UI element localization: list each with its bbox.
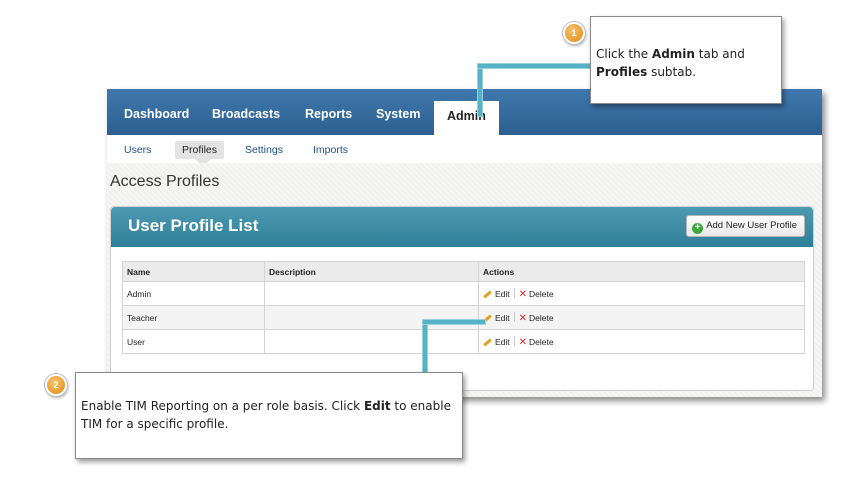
callout-enable-tim: Enable TIM Reporting on a per role basis… (75, 372, 463, 459)
callout-1-text: tab and (694, 47, 745, 61)
delete-x-icon: ✕ (518, 288, 528, 300)
cell-name: Admin (122, 281, 265, 306)
callout-admin-profiles: Click the Admin tab and Profiles subtab. (590, 16, 782, 104)
cell-actions: Edit ✕ Delete (478, 329, 805, 354)
delete-button[interactable]: ✕ Delete (519, 313, 554, 324)
delete-button[interactable]: ✕ Delete (519, 289, 554, 300)
column-header-name: Name (122, 261, 265, 282)
step-2-badge: 2 (45, 374, 67, 396)
add-new-user-profile-button[interactable]: + Add New User Profile (686, 215, 805, 237)
cell-actions: Edit ✕ Delete (478, 305, 805, 330)
subtab-imports[interactable]: Imports (313, 141, 348, 159)
tab-system[interactable]: System (376, 89, 420, 135)
subtab-settings[interactable]: Settings (245, 141, 283, 159)
tab-reports[interactable]: Reports (305, 89, 352, 135)
callout-2-leader-vertical (423, 321, 427, 373)
panel-header: User Profile List + Add New User Profile (111, 207, 813, 247)
edit-label: Edit (495, 312, 510, 323)
user-profile-panel: User Profile List + Add New User Profile … (110, 206, 814, 391)
cell-description (264, 305, 479, 330)
table-header-row: Name Description Actions (122, 261, 805, 282)
callout-2-bold-edit: Edit (363, 399, 391, 413)
cell-description (264, 281, 479, 306)
tab-dashboard[interactable]: Dashboard (124, 89, 189, 135)
edit-label: Edit (495, 336, 510, 347)
action-separator (513, 311, 515, 322)
tab-admin[interactable]: Admin (434, 101, 499, 135)
delete-label: Delete (529, 312, 554, 323)
cell-name: User (122, 329, 265, 354)
table-row: Teacher Edit ✕ Delete (122, 305, 805, 330)
table-row: User Edit ✕ Delete (122, 329, 805, 354)
edit-label: Edit (495, 288, 510, 299)
callout-2-leader-horizontal (423, 320, 485, 324)
page-title: Access Profiles (110, 173, 220, 190)
action-separator (513, 335, 515, 346)
callout-1-leader-horizontal (478, 64, 592, 68)
action-separator (513, 287, 515, 298)
add-button-label: Add New User Profile (706, 220, 797, 231)
cell-name: Teacher (122, 305, 265, 330)
column-header-description: Description (264, 261, 479, 282)
tab-broadcasts[interactable]: Broadcasts (212, 89, 280, 135)
callout-2-text: Enable TIM Reporting on a per role basis… (81, 399, 364, 413)
delete-x-icon: ✕ (518, 336, 528, 348)
delete-label: Delete (529, 336, 554, 347)
edit-button[interactable]: Edit (483, 337, 510, 347)
table-row: Admin Edit ✕ Delete (122, 281, 805, 306)
callout-1-text: subtab. (647, 65, 697, 79)
step-1-badge: 1 (563, 22, 585, 44)
plus-icon: + (692, 223, 704, 234)
cell-actions: Edit ✕ Delete (478, 281, 805, 306)
edit-button[interactable]: Edit (483, 289, 510, 299)
edit-button[interactable]: Edit (483, 313, 510, 323)
subtab-users[interactable]: Users (124, 141, 151, 159)
profiles-table: Name Description Actions Admin Edit ✕ Dele… (122, 261, 805, 354)
delete-x-icon: ✕ (518, 312, 528, 324)
callout-1-leader-vertical (478, 66, 482, 116)
cell-description (264, 329, 479, 354)
main-content: Access Profiles User Profile List + Add N… (107, 163, 822, 397)
pencil-icon (483, 337, 492, 347)
sub-navigation: Users Profiles Settings Imports (107, 135, 822, 167)
column-header-actions: Actions (478, 261, 805, 282)
pencil-icon (483, 289, 492, 299)
subtab-profiles[interactable]: Profiles (175, 141, 225, 159)
delete-button[interactable]: ✕ Delete (519, 337, 554, 348)
callout-1-text: Click the (596, 47, 652, 61)
app-window: Dashboard Broadcasts Reports System Admi… (107, 89, 822, 397)
delete-label: Delete (529, 288, 554, 299)
callout-1-bold-profiles: Profiles (596, 65, 648, 79)
callout-1-bold-admin: Admin (651, 47, 695, 61)
panel-title: User Profile List (128, 216, 259, 235)
